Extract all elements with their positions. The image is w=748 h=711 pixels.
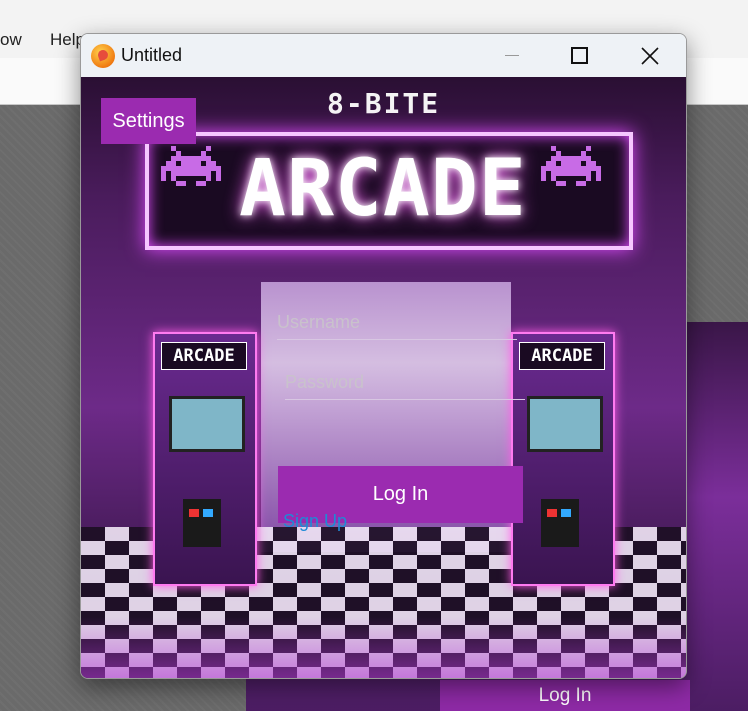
app-logo-icon	[91, 44, 115, 68]
minimize-button[interactable]	[489, 34, 535, 77]
space-invader-icon	[161, 146, 221, 186]
username-input[interactable]	[277, 305, 517, 340]
maximize-button[interactable]	[556, 34, 602, 77]
background-login-button[interactable]: Log In	[440, 680, 690, 711]
cabinet-screen	[527, 396, 603, 452]
coin-door	[183, 499, 221, 547]
brand-subtitle: 8-BITE	[327, 87, 441, 120]
close-icon	[641, 47, 659, 65]
title-bar[interactable]: Untitled	[81, 34, 686, 77]
space-invader-icon	[541, 146, 601, 186]
settings-button[interactable]: Settings	[101, 98, 196, 144]
arcade-sign-text: ARCADE	[239, 144, 527, 234]
close-button[interactable]	[627, 34, 673, 77]
login-screen: 8-BITE ARCADE ARCADE ARCADE Settings Use…	[81, 77, 686, 678]
cabinet-label: ARCADE	[161, 342, 247, 370]
cabinet-screen	[169, 396, 245, 452]
signup-link[interactable]: Sign Up	[283, 511, 347, 532]
menu-item-window[interactable]: ow	[0, 30, 22, 50]
cabinet-label: ARCADE	[519, 342, 605, 370]
password-input[interactable]	[285, 365, 525, 400]
coin-door	[541, 499, 579, 547]
floor-glow	[81, 617, 686, 678]
app-window: Untitled 8-BITE ARCADE ARCADE ARCADE Set…	[80, 33, 687, 679]
window-title: Untitled	[121, 45, 183, 65]
arcade-cabinet-right: ARCADE	[511, 332, 615, 586]
arcade-cabinet-left: ARCADE	[153, 332, 257, 586]
